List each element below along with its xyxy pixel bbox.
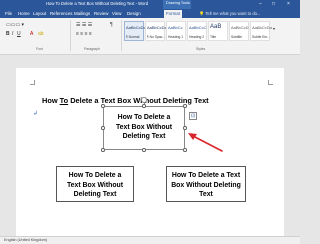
annotation-arrow (188, 133, 223, 152)
status-bar: English (United Kingdom) (0, 236, 300, 244)
arrow-shaft (192, 135, 223, 152)
language-indicator[interactable]: English (United Kingdom) (4, 238, 47, 242)
